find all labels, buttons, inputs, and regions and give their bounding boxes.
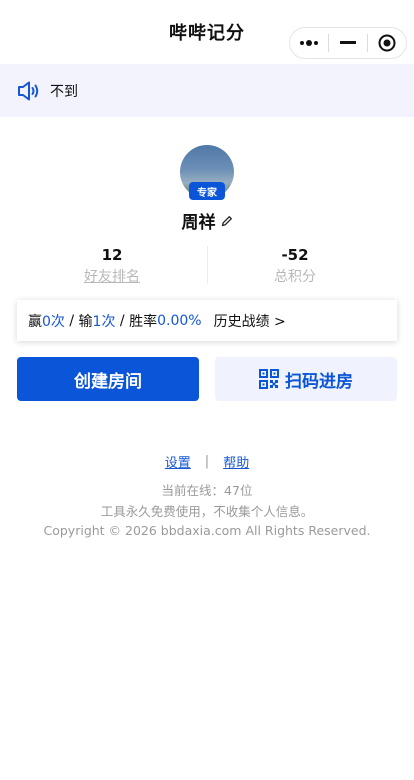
lose-label: 输 (78, 313, 93, 330)
user-name: 周祥 (181, 213, 216, 233)
qr-code-icon (259, 369, 279, 389)
scan-join-button[interactable]: 扫码进房 (215, 357, 397, 401)
total-score-stat: -52 总积分 (208, 245, 382, 286)
close-button[interactable] (368, 27, 406, 59)
create-room-button[interactable]: 创建房间 (17, 357, 199, 401)
page-title: 哔哔记分 (169, 23, 245, 44)
history-link[interactable]: 历史战绩 > (214, 311, 286, 331)
avatar-block[interactable]: 专家 (180, 145, 234, 200)
win-rate-value: 0.00% (157, 312, 202, 329)
minimize-icon (340, 41, 356, 44)
win-label: 赢 (28, 313, 42, 330)
profile-name-row: 周祥 (0, 208, 414, 233)
win-count: 0次 (42, 313, 65, 330)
more-dots-icon (300, 40, 318, 46)
total-score-value: -52 (281, 246, 309, 264)
scan-join-label: 扫码进房 (285, 371, 353, 392)
more-button[interactable] (290, 27, 328, 59)
miniprogram-capsule (289, 27, 407, 59)
separator: / (115, 312, 130, 329)
settings-link[interactable]: 设置 (165, 452, 191, 471)
minimize-button[interactable] (329, 27, 367, 59)
privacy-note: 工具永久免费使用，不收集个人信息。 (100, 504, 314, 519)
lose-count: 1次 (92, 313, 116, 330)
online-count: 当前在线：47位 (161, 483, 253, 498)
friend-rank-value: 12 (101, 246, 123, 264)
record-summary-card[interactable]: 赢 0次 / 输 1次 / 胜率 0.00% 历史战绩 > (17, 300, 397, 341)
nav-bar: 哔哔记分 (0, 0, 414, 64)
footer-links: 设置 | 帮助 (0, 452, 414, 471)
total-score-label: 总积分 (274, 269, 316, 285)
pencil-icon (221, 215, 232, 226)
edit-name-button[interactable] (221, 215, 233, 227)
friend-rank-stat[interactable]: 12 好友排名 (17, 245, 207, 286)
footer-divider: | (204, 454, 210, 469)
separator: / (64, 312, 79, 329)
speaker-icon (18, 81, 39, 100)
target-close-icon (378, 34, 396, 52)
win-rate-label: 胜率 (129, 313, 158, 330)
level-badge: 专家 (189, 182, 225, 200)
notice-text: 不到 (50, 83, 78, 100)
copyright: Copyright © 2026 bbdaxia.com All Rights … (43, 523, 371, 538)
notice-bar[interactable]: 不到 (0, 64, 414, 117)
help-link[interactable]: 帮助 (223, 452, 249, 471)
friend-rank-link[interactable]: 好友排名 (17, 266, 207, 286)
